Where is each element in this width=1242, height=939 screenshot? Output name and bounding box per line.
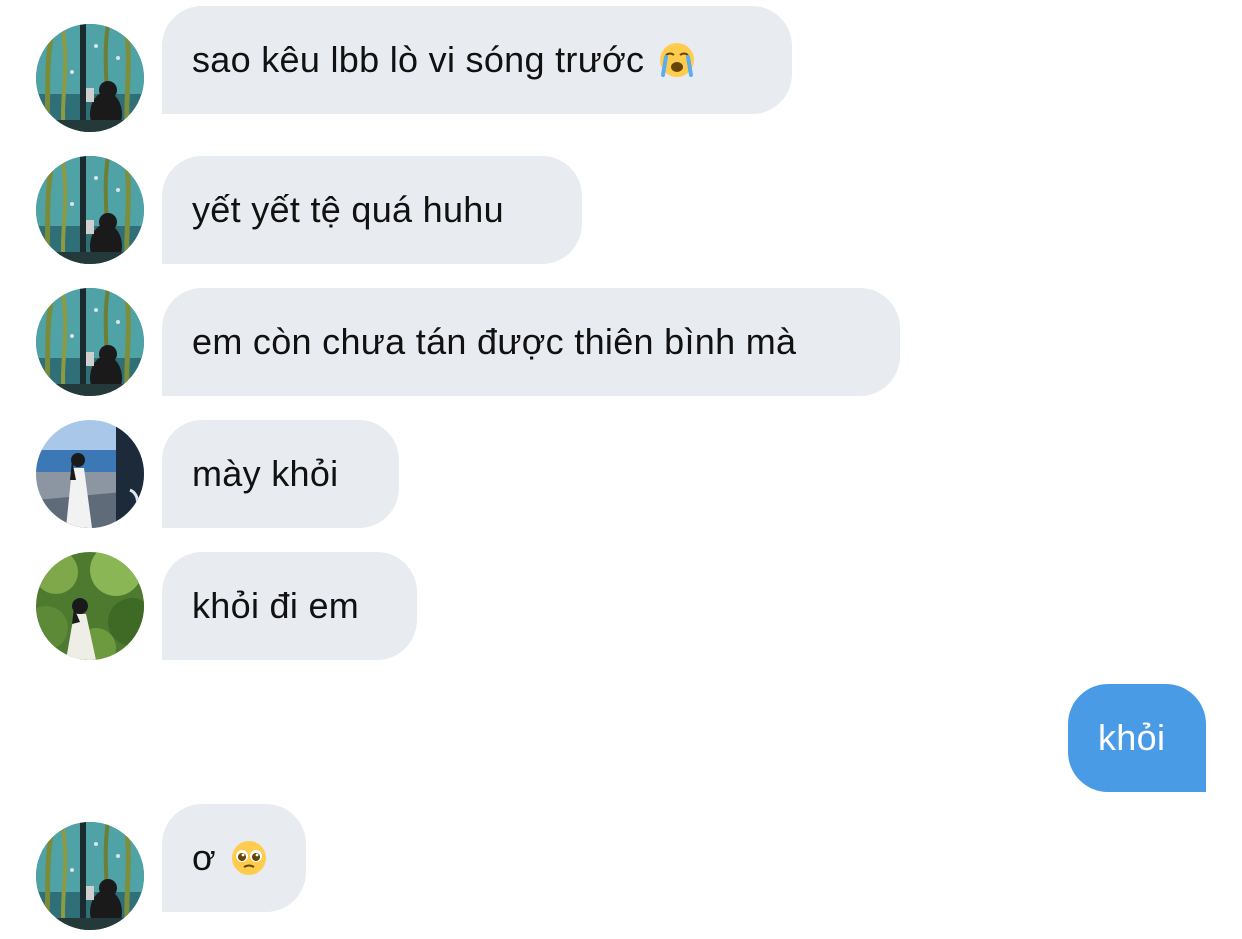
message-text: khỏi bbox=[1098, 717, 1166, 758]
incoming-message-bubble[interactable]: khỏi đi em bbox=[162, 552, 417, 660]
aquarium-avatar[interactable] bbox=[36, 156, 144, 264]
message-text: yết yết tệ quá huhu bbox=[192, 189, 504, 230]
message-text: ơ bbox=[192, 837, 216, 878]
forest-girl-avatar[interactable] bbox=[36, 552, 144, 660]
outgoing-message-bubble[interactable]: khỏi bbox=[1068, 684, 1206, 792]
pleading-face-emoji bbox=[230, 839, 268, 877]
loudly-crying-face-emoji bbox=[658, 41, 696, 79]
message-text: em còn chưa tán được thiên bình mà bbox=[192, 321, 797, 362]
message-text: khỏi đi em bbox=[192, 585, 360, 626]
seaside-girl-avatar[interactable] bbox=[36, 420, 144, 528]
incoming-message-bubble[interactable]: mày khỏi bbox=[162, 420, 399, 528]
message-text: mày khỏi bbox=[192, 453, 339, 494]
incoming-message-bubble[interactable]: yết yết tệ quá huhu bbox=[162, 156, 582, 264]
incoming-message-bubble[interactable]: ơ bbox=[162, 804, 306, 912]
aquarium-avatar[interactable] bbox=[36, 288, 144, 396]
aquarium-avatar[interactable] bbox=[36, 822, 144, 930]
incoming-message-bubble[interactable]: em còn chưa tán được thiên bình mà bbox=[162, 288, 900, 396]
aquarium-avatar[interactable] bbox=[36, 24, 144, 132]
incoming-message-bubble[interactable]: sao kêu lbb lò vi sóng trước bbox=[162, 6, 792, 114]
message-text: sao kêu lbb lò vi sóng trước bbox=[192, 39, 645, 80]
